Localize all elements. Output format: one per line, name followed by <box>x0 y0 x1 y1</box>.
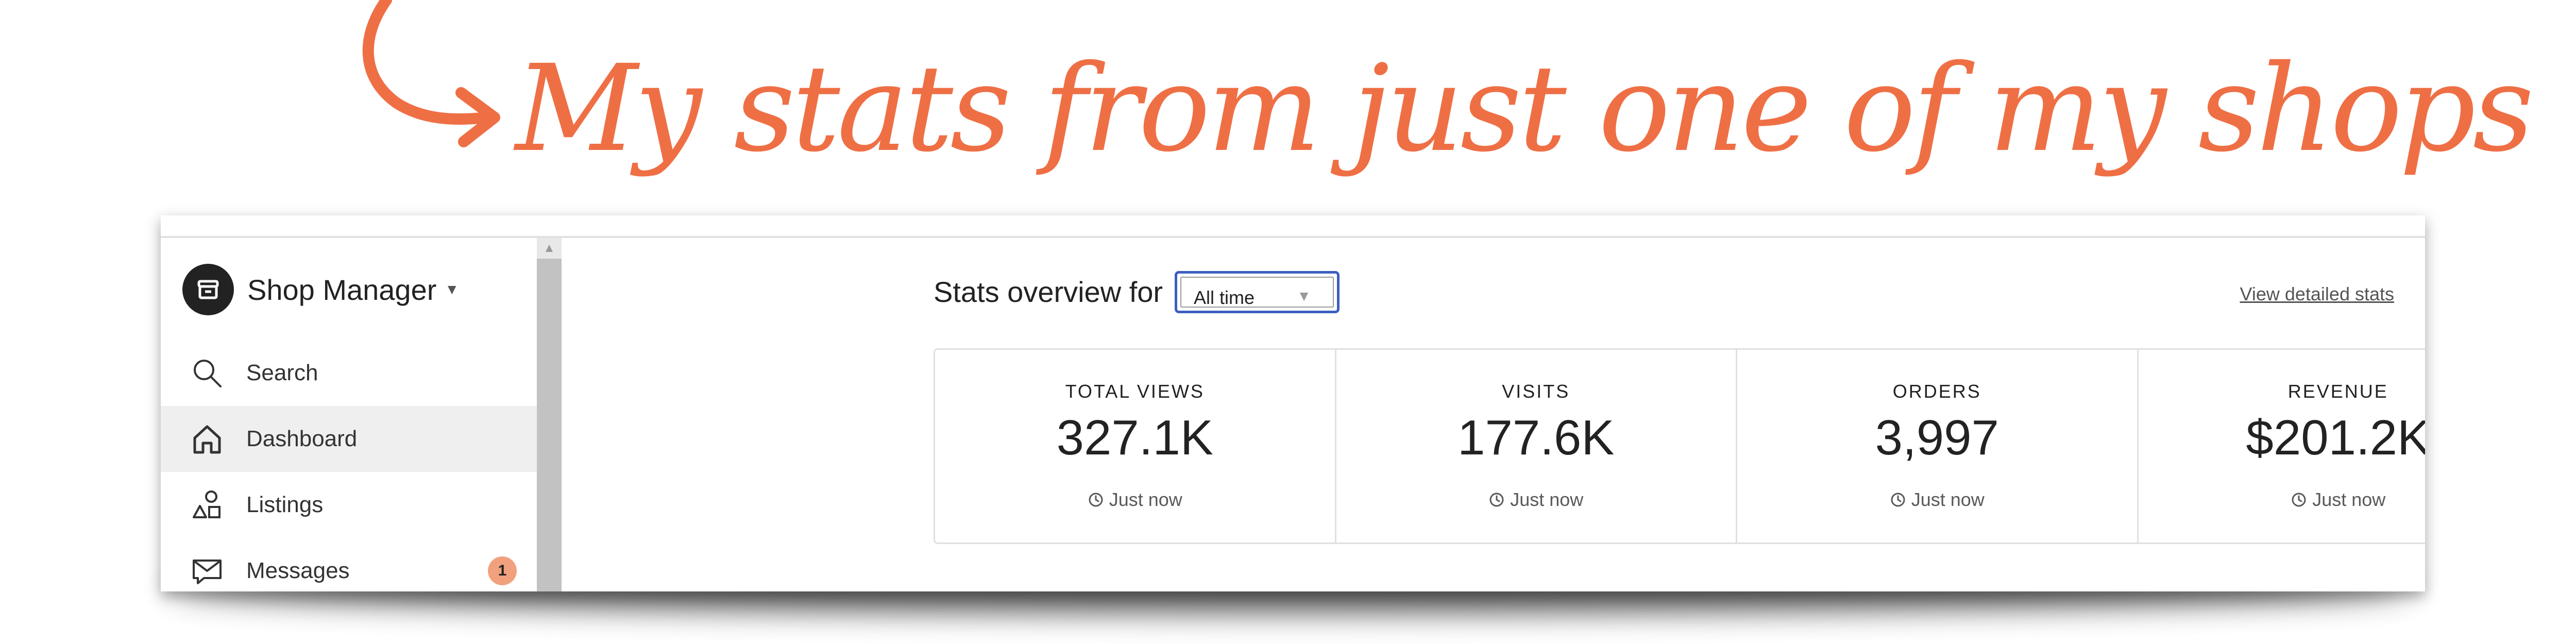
stats-overview-label: Stats overview for <box>934 276 1163 308</box>
clock-icon <box>1489 493 1504 507</box>
stat-label: REVENUE <box>2287 381 2388 402</box>
stat-updated: Just now <box>1336 489 1736 511</box>
date-range-select[interactable]: All time ▼ <box>1175 271 1340 313</box>
sidebar-item-search[interactable]: Search <box>161 340 537 406</box>
stat-label: TOTAL VIEWS <box>1065 381 1205 402</box>
stat-updated-text: Just now <box>1911 489 1985 510</box>
stat-label: ORDERS <box>1892 381 1981 402</box>
stat-value: 3,997 <box>1875 410 1999 465</box>
sidebar-item-label: Search <box>246 360 318 385</box>
clock-icon <box>1089 493 1103 507</box>
sidebar-scrollbar[interactable]: ▲ <box>537 238 562 591</box>
shop-manager-menu[interactable]: Shop Manager ▼ <box>182 264 459 315</box>
sidebar-item-listings[interactable]: Listings <box>161 472 537 538</box>
sidebar: Shop Manager ▼ Search Dashboard Listings… <box>161 238 537 591</box>
scroll-up-icon[interactable]: ▲ <box>537 238 562 259</box>
stats-panel: TOTAL VIEWS 327.1K Just now VISITS 177.6… <box>934 348 2425 544</box>
clock-icon <box>1891 493 1905 507</box>
stat-value: $201.2K <box>2246 410 2425 465</box>
annotation-text: My stats from just one of my shops <box>515 39 2534 178</box>
home-icon <box>191 422 224 455</box>
stat-updated: Just now <box>935 489 1335 511</box>
stat-card-visits[interactable]: VISITS 177.6K Just now <box>1336 350 1737 543</box>
shop-title: Shop Manager <box>247 273 437 306</box>
view-detailed-stats-link[interactable]: View detailed stats <box>2240 283 2394 305</box>
sidebar-item-label: Dashboard <box>246 426 358 451</box>
shapes-icon <box>191 488 224 521</box>
sidebar-item-label: Messages <box>246 558 350 583</box>
sidebar-item-dashboard[interactable]: Dashboard <box>161 406 537 472</box>
stat-updated-text: Just now <box>1109 489 1182 510</box>
curved-arrow-icon <box>362 0 500 147</box>
stat-updated: Just now <box>2139 489 2426 511</box>
screenshot-frame: Shop Manager ▼ Search Dashboard Listings… <box>161 215 2425 591</box>
stat-label: VISITS <box>1502 381 1570 402</box>
stat-value: 327.1K <box>1056 410 1213 465</box>
stat-card-orders[interactable]: ORDERS 3,997 Just now <box>1737 350 2139 543</box>
stat-updated-text: Just now <box>2312 489 2386 510</box>
stat-updated: Just now <box>1737 489 2137 511</box>
annotation: My stats from just one of my shops <box>0 0 2576 237</box>
unread-badge: 1 <box>488 556 517 585</box>
clock-icon <box>2292 493 2306 507</box>
date-range-value: All time <box>1194 287 1255 308</box>
stat-value: 177.6K <box>1458 410 1615 465</box>
sidebar-item-messages[interactable]: Messages 1 <box>161 538 537 591</box>
shop-icon <box>182 264 234 315</box>
dropdown-arrow-icon: ▼ <box>1297 288 1311 304</box>
stat-card-revenue[interactable]: REVENUE $201.2K Just now <box>2139 350 2426 543</box>
mail-icon <box>191 554 224 587</box>
caret-down-icon: ▼ <box>445 281 460 297</box>
stat-card-total-views[interactable]: TOTAL VIEWS 327.1K Just now <box>935 350 1336 543</box>
sidebar-item-label: Listings <box>246 492 324 517</box>
main-content: Stats overview for All time ▼ View detai… <box>562 238 2425 591</box>
search-icon <box>191 357 224 389</box>
stat-updated-text: Just now <box>1510 489 1584 510</box>
date-range-select-box: All time ▼ <box>1180 277 1334 308</box>
